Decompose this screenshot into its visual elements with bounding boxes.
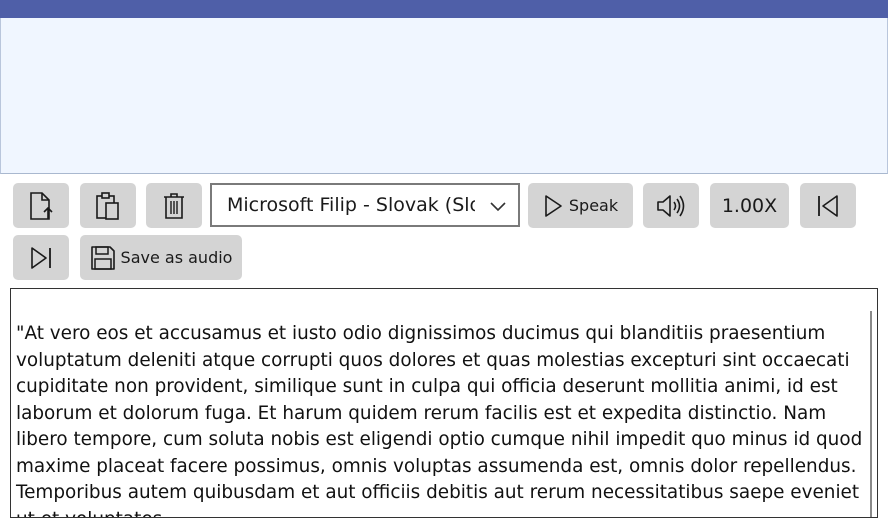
previous-button[interactable] <box>800 183 856 228</box>
play-icon <box>543 194 563 218</box>
save-as-audio-label: Save as audio <box>120 248 233 267</box>
paste-icon <box>94 191 122 221</box>
speak-label: Speak <box>568 196 619 215</box>
voice-select-value: Microsoft Filip - Slovak (Slovakia) <box>227 194 475 216</box>
open-file-icon <box>27 191 55 221</box>
trash-icon <box>161 191 187 221</box>
save-as-audio-button[interactable]: Save as audio <box>80 235 242 280</box>
editor-text[interactable]: "At vero eos et accusamus et iusto odio … <box>16 321 872 517</box>
skip-back-icon <box>815 194 841 218</box>
top-panel <box>0 18 888 174</box>
vertical-scrollbar[interactable] <box>870 311 872 517</box>
paste-button[interactable] <box>80 183 136 228</box>
rate-button[interactable]: 1.00X <box>710 183 789 228</box>
clear-button[interactable] <box>146 183 202 228</box>
open-file-button[interactable] <box>13 183 69 228</box>
text-editor[interactable]: "At vero eos et accusamus et iusto odio … <box>10 288 878 518</box>
volume-icon <box>656 193 686 219</box>
save-icon <box>90 245 116 271</box>
voice-select[interactable]: Microsoft Filip - Slovak (Slovakia) <box>210 183 520 227</box>
title-bar <box>0 0 888 18</box>
next-button[interactable] <box>13 235 69 280</box>
chevron-down-icon <box>490 198 506 217</box>
volume-button[interactable] <box>643 183 699 228</box>
skip-forward-icon <box>28 246 54 270</box>
rate-label: 1.00X <box>721 194 778 217</box>
speak-button[interactable]: Speak <box>528 183 633 228</box>
